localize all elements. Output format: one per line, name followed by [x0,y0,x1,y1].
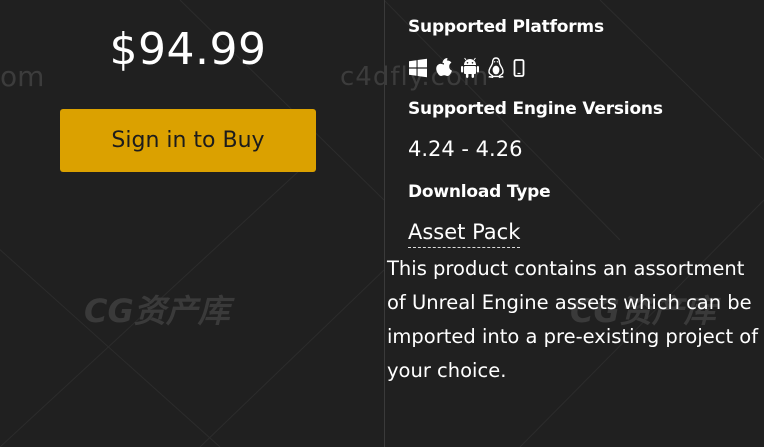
mobile-icon [512,57,526,79]
windows-icon [408,57,428,79]
apple-icon [434,57,454,79]
platform-icons [408,56,526,80]
sign-in-to-buy-button[interactable]: Sign in to Buy [60,109,316,172]
supported-engine-versions-heading: Supported Engine Versions [408,99,663,119]
purchase-panel: $94.99 Sign in to Buy [0,0,384,447]
product-details-panel: Supported Platforms Supported Engine Ver… [385,0,764,447]
price-label: $94.99 [109,24,267,75]
download-type-link[interactable]: Asset Pack [408,219,521,248]
download-type-heading: Download Type [408,182,551,202]
linux-icon [486,57,506,79]
android-icon [460,57,480,79]
engine-versions-value: 4.24 - 4.26 [408,137,523,161]
supported-platforms-heading: Supported Platforms [408,17,604,37]
product-description: This product contains an assortment of U… [387,257,759,382]
